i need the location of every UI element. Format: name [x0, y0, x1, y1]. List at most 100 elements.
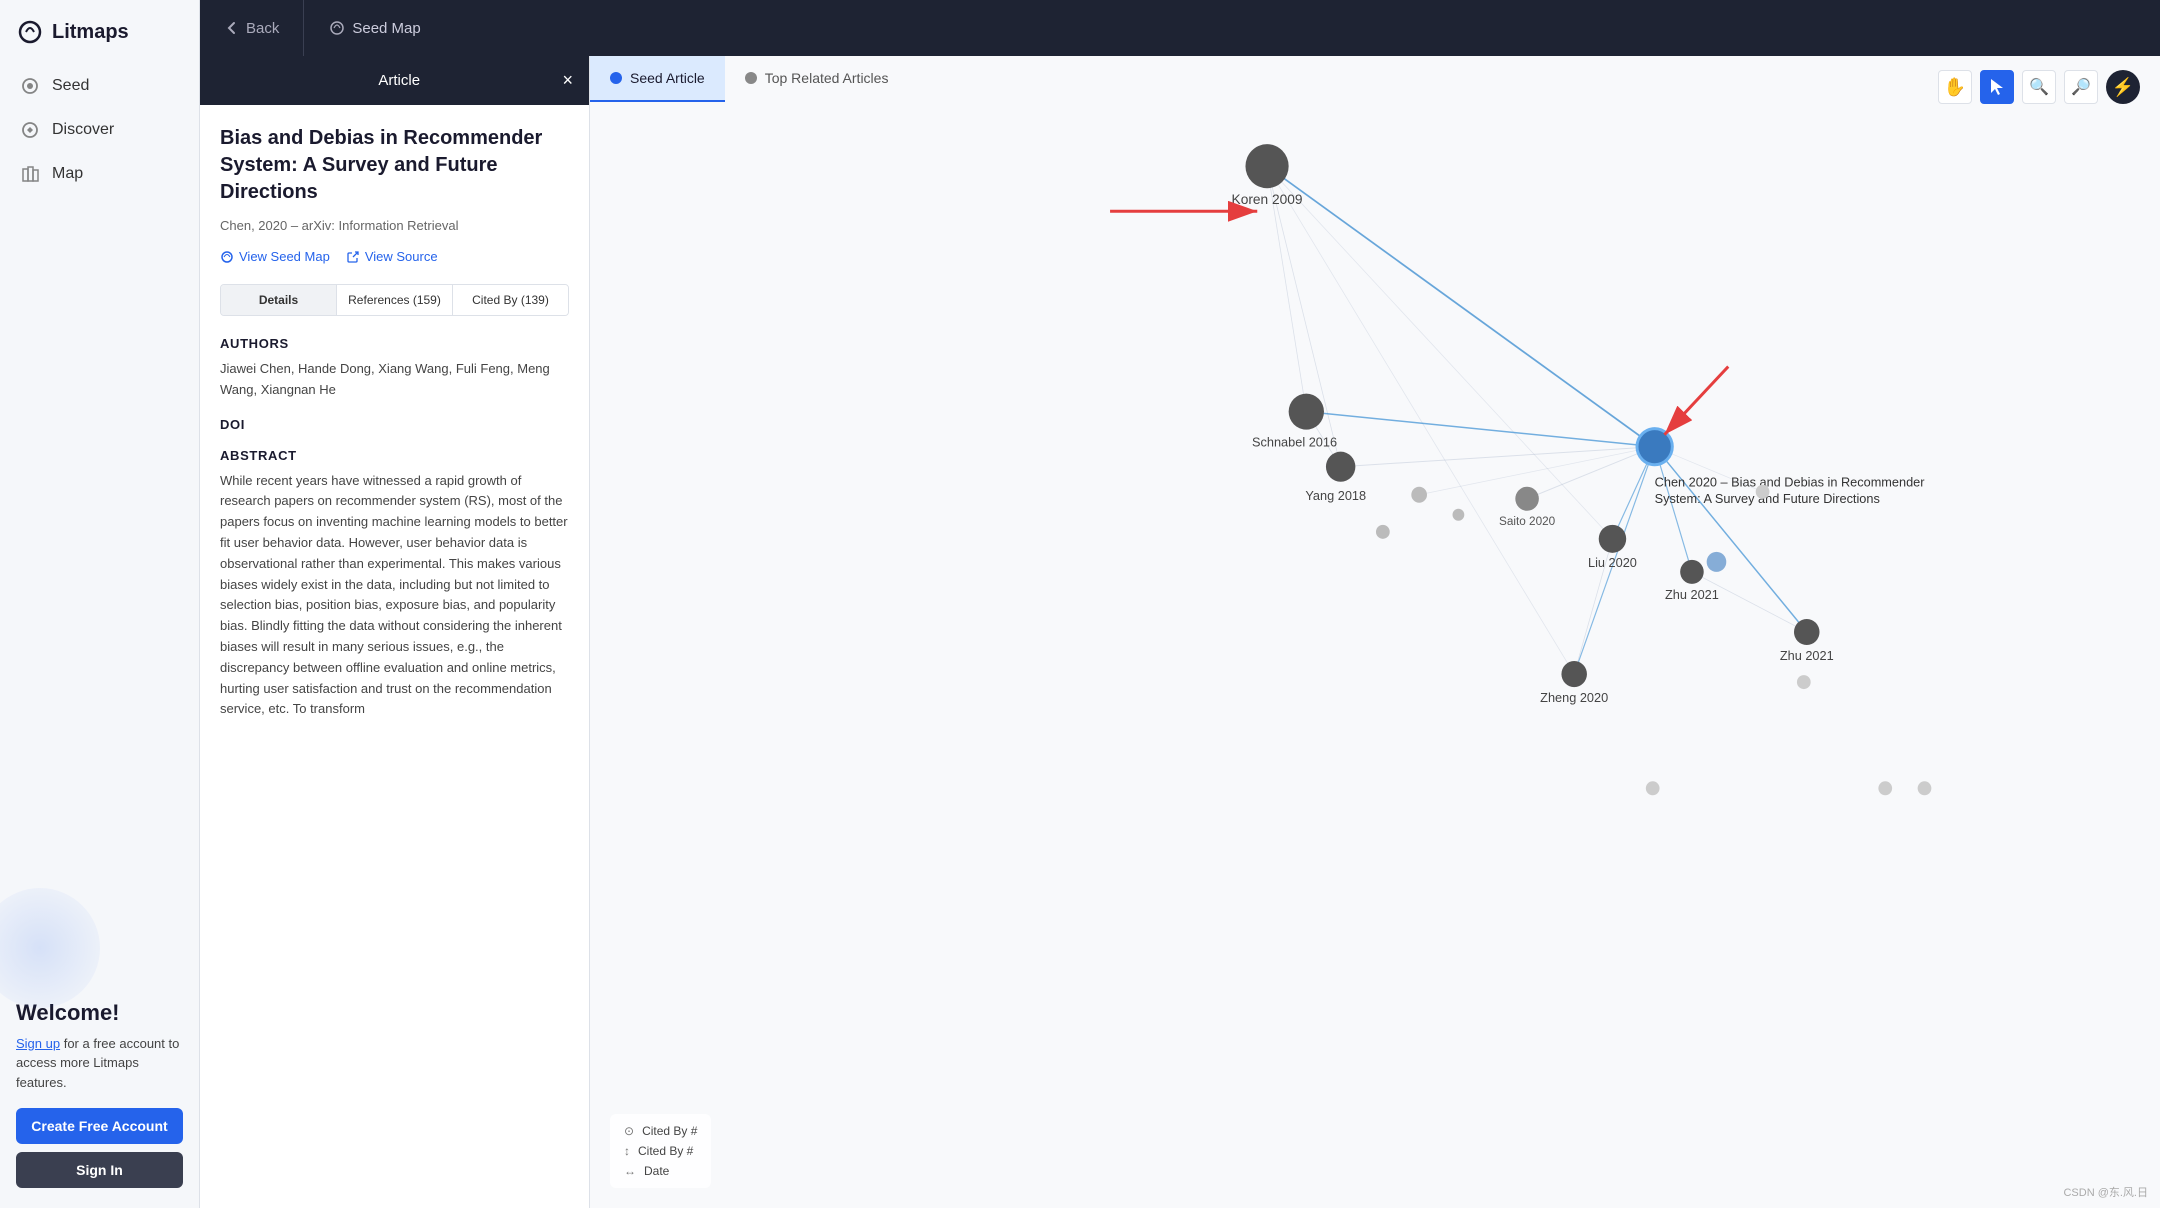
legend-arrow-icon: ↕ [624, 1144, 630, 1158]
node-zhu2021-badge [1707, 552, 1727, 572]
node-gray7 [1878, 781, 1892, 795]
seed-icon [20, 76, 40, 96]
legend-item-cited-by-circle: ⊙ Cited By # [624, 1124, 697, 1138]
watermark: CSDN @东.风.日 [2063, 1184, 2148, 1200]
node-liu2020[interactable] [1599, 525, 1626, 553]
legend-cited-by-circle-label: Cited By # [642, 1124, 697, 1138]
article-meta: Chen, 2020 – arXiv: Information Retrieva… [220, 218, 569, 233]
node-yang2018[interactable] [1326, 452, 1355, 482]
view-source-link[interactable]: View Source [346, 249, 438, 264]
node-gray1 [1411, 487, 1427, 503]
discover-icon [20, 120, 40, 140]
article-panel-header: Article × [200, 56, 589, 105]
node-gray3 [1376, 525, 1390, 539]
top-related-dot [745, 72, 757, 84]
map-icon [20, 164, 40, 184]
map-toolbar: ✋ 🔍 🔍 ⚡ [1938, 70, 2140, 104]
sidebar: Litmaps Seed Discover Map Welcome! Sign … [0, 0, 200, 1208]
node-schnabel2016[interactable] [1289, 394, 1324, 430]
map-tab-seed-article[interactable]: Seed Article [590, 56, 725, 102]
map-svg: Koren 2009 Schnabel 2016 Yang 2018 Saito… [590, 56, 2160, 1208]
node-zheng2020[interactable] [1561, 661, 1587, 687]
sidebar-item-discover[interactable]: Discover [0, 108, 199, 152]
cursor-icon [1989, 77, 2005, 97]
article-body: Bias and Debias in Recommender System: A… [200, 105, 589, 1208]
signup-text: Sign up for a free account to access mor… [16, 1034, 183, 1093]
node-gray6 [1646, 781, 1660, 795]
label-saito2020: Saito 2020 [1499, 514, 1556, 528]
tab-cited-by[interactable]: Cited By (139) [453, 285, 568, 315]
map-area: Seed Article Top Related Articles ✋ 🔍 🔍 … [590, 56, 2160, 1208]
back-button[interactable]: Back [200, 0, 304, 56]
article-panel: Article × Bias and Debias in Recommender… [200, 56, 590, 1208]
node-gray5 [1797, 675, 1811, 689]
legend-item-cited-by-arrow: ↕ Cited By # [624, 1144, 697, 1158]
sidebar-item-label-discover: Discover [52, 121, 114, 139]
abstract-heading: ABSTRACT [220, 448, 569, 463]
abstract-content: While recent years have witnessed a rapi… [220, 471, 569, 721]
article-tabs: Details References (159) Cited By (139) [220, 284, 569, 316]
create-account-button[interactable]: Create Free Account [16, 1108, 183, 1144]
back-icon [224, 20, 240, 36]
seedmap-button[interactable]: Seed Map [304, 0, 444, 56]
sidebar-bottom: Welcome! Sign up for a free account to a… [0, 980, 199, 1208]
welcome-title: Welcome! [16, 1000, 183, 1026]
back-label: Back [246, 20, 279, 37]
label-schnabel2016: Schnabel 2016 [1252, 435, 1337, 450]
article-actions: View Seed Map View Source [220, 249, 569, 264]
authors-heading: AUTHORS [220, 336, 569, 351]
label-yang2018: Yang 2018 [1305, 488, 1366, 503]
external-link-icon [346, 250, 360, 264]
legend-date-label: Date [644, 1164, 669, 1178]
main: Back Seed Map Article × Bias and Debias … [200, 0, 2160, 1208]
logo-icon [16, 18, 44, 46]
seed-article-tab-label: Seed Article [630, 70, 705, 86]
node-zhu2021b[interactable] [1794, 619, 1820, 645]
top-related-tab-label: Top Related Articles [765, 70, 889, 86]
node-gray4 [1756, 485, 1770, 499]
label-chen2020: Chen 2020 – Bias and Debias in Recommend… [1655, 475, 1926, 490]
lightning-button[interactable]: ⚡ [2106, 70, 2140, 104]
pan-tool-button[interactable]: ✋ [1938, 70, 1972, 104]
legend-date-icon: ↔ [624, 1164, 636, 1178]
node-koren2009[interactable] [1245, 144, 1288, 188]
map-legend: ⊙ Cited By # ↕ Cited By # ↔ Date [610, 1114, 711, 1188]
seedmap-label: Seed Map [352, 20, 420, 37]
select-tool-button[interactable] [1980, 70, 2014, 104]
node-gray2 [1453, 509, 1465, 521]
node-saito2020[interactable] [1515, 487, 1539, 511]
label-liu2020: Liu 2020 [1588, 555, 1637, 570]
article-title: Bias and Debias in Recommender System: A… [220, 125, 569, 206]
red-arrow-2 [1664, 367, 1728, 435]
label-zhu2021a: Zhu 2021 [1665, 587, 1719, 602]
signin-button[interactable]: Sign In [16, 1152, 183, 1188]
zoom-in-button[interactable]: 🔍 [2022, 70, 2056, 104]
logo-area: Litmaps [0, 0, 199, 64]
label-koren2009: Koren 2009 [1232, 191, 1303, 207]
sidebar-item-map[interactable]: Map [0, 152, 199, 196]
sidebar-item-seed[interactable]: Seed [0, 64, 199, 108]
signup-link[interactable]: Sign up [16, 1036, 60, 1051]
tab-details[interactable]: Details [221, 285, 337, 315]
node-gray8 [1918, 781, 1932, 795]
label-zhu2021b: Zhu 2021 [1780, 648, 1834, 663]
map-tabs: Seed Article Top Related Articles [590, 56, 908, 102]
app-name: Litmaps [52, 21, 129, 44]
authors-content: Jiawei Chen, Hande Dong, Xiang Wang, Ful… [220, 359, 569, 401]
zoom-out-button[interactable]: 🔍 [2064, 70, 2098, 104]
legend-circle-icon: ⊙ [624, 1124, 634, 1138]
seedmap-icon [328, 19, 346, 37]
sidebar-item-label-map: Map [52, 165, 83, 183]
seed-article-dot [610, 72, 622, 84]
node-zhu2021a[interactable] [1680, 560, 1704, 584]
topbar: Back Seed Map [200, 0, 2160, 56]
content-row: Article × Bias and Debias in Recommender… [200, 56, 2160, 1208]
seedmap-small-icon [220, 250, 234, 264]
article-panel-title: Article [236, 72, 562, 89]
doi-heading: DOI [220, 417, 569, 432]
legend-cited-by-arrow-label: Cited By # [638, 1144, 693, 1158]
tab-references[interactable]: References (159) [337, 285, 453, 315]
map-tab-top-related[interactable]: Top Related Articles [725, 56, 909, 102]
close-button[interactable]: × [562, 70, 573, 91]
view-seed-map-link[interactable]: View Seed Map [220, 249, 330, 264]
